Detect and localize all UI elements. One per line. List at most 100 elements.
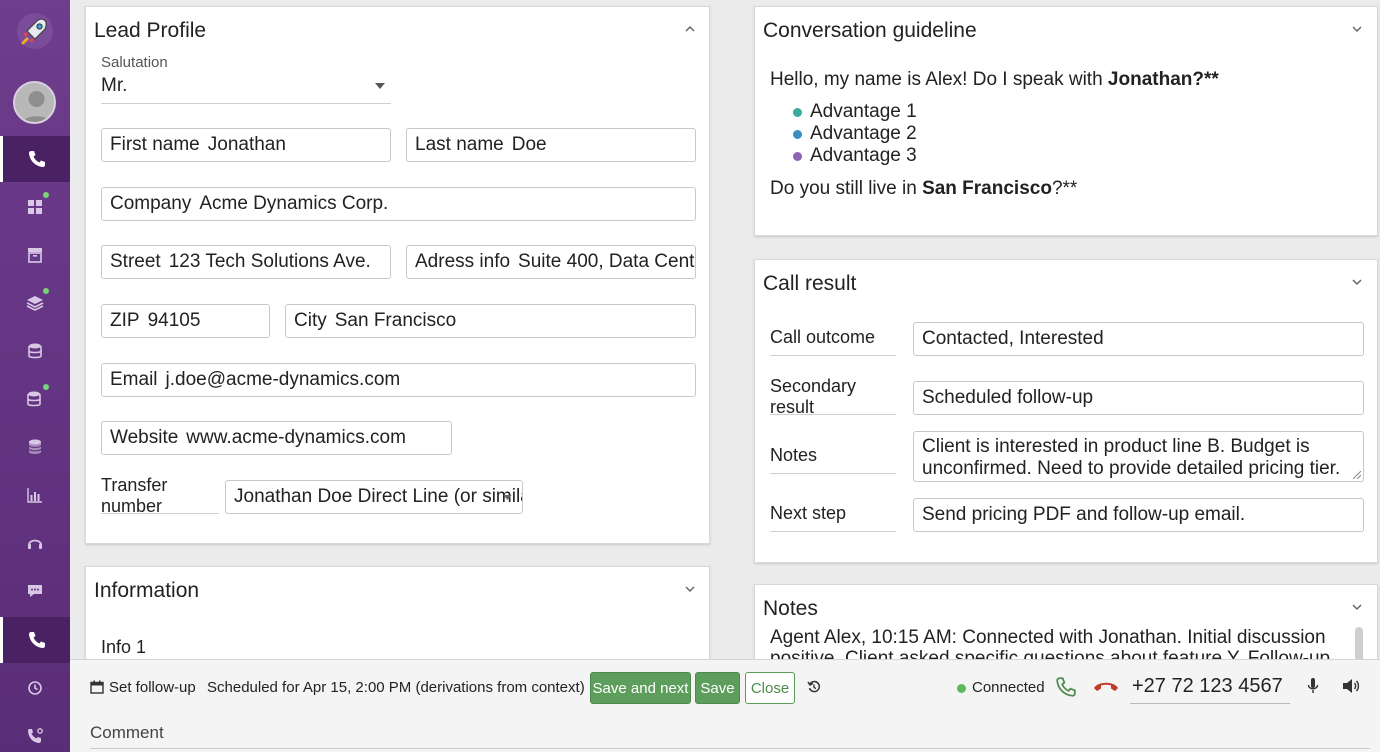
nav-phone[interactable] [0,136,70,182]
last-name-value: Doe [511,134,547,155]
set-followup-button[interactable]: Set follow-up [109,677,196,697]
calendar-icon [90,680,104,694]
street-value: 123 Tech Solutions Ave. [168,251,371,272]
nav-database[interactable] [0,424,70,470]
question-suffix: ?** [1051,178,1078,199]
lead-profile-panel: Lead Profile Salutation Mr. First name J… [85,6,710,544]
greeting-suffix: ?** [1192,69,1219,90]
bullet-icon [793,151,802,161]
advantage-text: Advantage 3 [810,145,917,166]
resize-handle-icon[interactable] [1353,471,1361,479]
chevron-up-icon[interactable] [684,23,696,35]
phone-gear-icon [28,728,43,743]
grid-icon [28,200,42,214]
call-outcome-label: Call outcome [770,320,896,356]
salutation-select[interactable]: Mr. [101,68,391,104]
notes-label: Notes [770,438,896,474]
last-name-field[interactable]: Last name Doe [406,128,696,162]
website-field[interactable]: Website www.acme-dynamics.com [101,421,452,455]
call-result-panel: Call result Call outcome Contacted, Inte… [754,259,1378,563]
next-step-field[interactable]: Send pricing PDF and follow-up email. [913,498,1364,532]
speaker-icon[interactable] [1342,678,1360,694]
nav-support[interactable] [0,520,70,566]
hang-up-icon[interactable] [1092,677,1120,697]
company-label: Company [110,193,192,214]
panel-title: Information [94,579,200,602]
database-sync-icon [27,391,41,407]
sidebar [0,0,70,752]
next-step-value: Send pricing PDF and follow-up email. [922,504,1246,525]
phone-number-input[interactable]: +27 72 123 4567 [1130,670,1290,704]
chevron-down-icon[interactable] [1351,276,1363,288]
database-icon [28,439,42,454]
address-info-field[interactable]: Adress info Suite 400, Data Center [406,245,696,279]
panel-title: Call result [763,272,857,295]
rocket-logo-icon [14,10,56,52]
status-dot-icon [957,684,966,693]
street-field[interactable]: Street 123 Tech Solutions Ave. [101,245,391,279]
nav-archive[interactable] [0,232,70,278]
address-info-label: Adress info [415,251,511,272]
panel-title: Notes [763,597,818,620]
last-name-label: Last name [415,134,504,155]
notes-value: Client is interested in product line B. … [922,436,1341,479]
nav-database-search[interactable] [0,328,70,374]
close-button[interactable]: Close [745,672,795,704]
nav-layers[interactable] [0,280,70,326]
next-step-label: Next step [770,496,896,532]
transfer-number-value: Jonathan Doe Direct Line (or similar [234,486,523,507]
chevron-down-icon[interactable] [684,583,696,595]
notes-textarea[interactable]: Client is interested in product line B. … [913,431,1364,482]
avatar[interactable] [13,81,56,124]
question-text: Do you still live in [770,178,923,199]
transfer-number-select[interactable]: Jonathan Doe Direct Line (or similar [225,480,523,514]
save-and-next-button[interactable]: Save and next [590,672,691,704]
email-value: j.doe@acme-dynamics.com [165,369,401,390]
advantage-text: Advantage 1 [810,101,917,122]
zip-field[interactable]: ZIP 94105 [101,304,270,338]
nav-timer[interactable] [0,665,70,711]
nav-reports[interactable] [0,472,70,518]
connection-status: Connected [972,678,1045,696]
guideline-greeting: Hello, my name is Alex! Do I speak with … [770,69,1219,91]
bullet-icon [793,107,802,117]
save-button[interactable]: Save [695,672,740,704]
followup-schedule-select[interactable]: Scheduled for Apr 15, 2:00 PM (derivatio… [207,677,604,697]
secondary-result-field[interactable]: Scheduled follow-up [913,381,1364,415]
bullet-icon [793,129,802,139]
nav-dashboard[interactable] [0,184,70,230]
email-field[interactable]: Email j.doe@acme-dynamics.com [101,363,696,397]
salutation-value: Mr. [101,74,128,96]
archive-icon [28,248,42,263]
first-name-field[interactable]: First name Jonathan [101,128,391,162]
microphone-icon[interactable] [1307,677,1319,695]
company-field[interactable]: Company Acme Dynamics Corp. [101,187,696,221]
info1-label: Info 1 [101,637,147,657]
call-outcome-value: Contacted, Interested [922,328,1104,349]
greeting-text: Hello, my name is Alex! Do I speak with [770,69,1108,90]
followup-schedule-value: Scheduled for Apr 15, 2:00 PM (derivatio… [207,678,585,696]
address-info-value: Suite 400, Data Center [518,251,696,272]
chevron-down-icon[interactable] [1351,23,1363,35]
nav-phone-settings[interactable] [0,713,70,752]
chevron-down-icon[interactable] [1351,601,1363,613]
nav-database-sync[interactable] [0,376,70,422]
city-label: City [294,310,327,331]
zip-value: 94105 [147,310,201,331]
nav-call[interactable] [0,617,70,663]
caret-down-icon [375,83,385,89]
comment-divider [90,748,1370,749]
city-field[interactable]: City San Francisco [285,304,696,338]
nav-messages[interactable] [0,568,70,614]
website-label: Website [110,427,179,448]
action-bar: Set follow-up Scheduled for Apr 15, 2:00… [70,659,1380,752]
history-icon[interactable] [807,680,821,694]
call-phone-icon[interactable] [1055,676,1077,698]
first-name-label: First name [110,134,200,155]
panel-title: Conversation guideline [763,19,977,42]
call-outcome-field[interactable]: Contacted, Interested [913,322,1364,356]
conversation-guideline-panel: Conversation guideline Hello, my name is… [754,6,1378,236]
panel-title: Lead Profile [94,19,207,42]
phone-icon [28,632,45,648]
question-city: San Francisco [922,178,1052,199]
